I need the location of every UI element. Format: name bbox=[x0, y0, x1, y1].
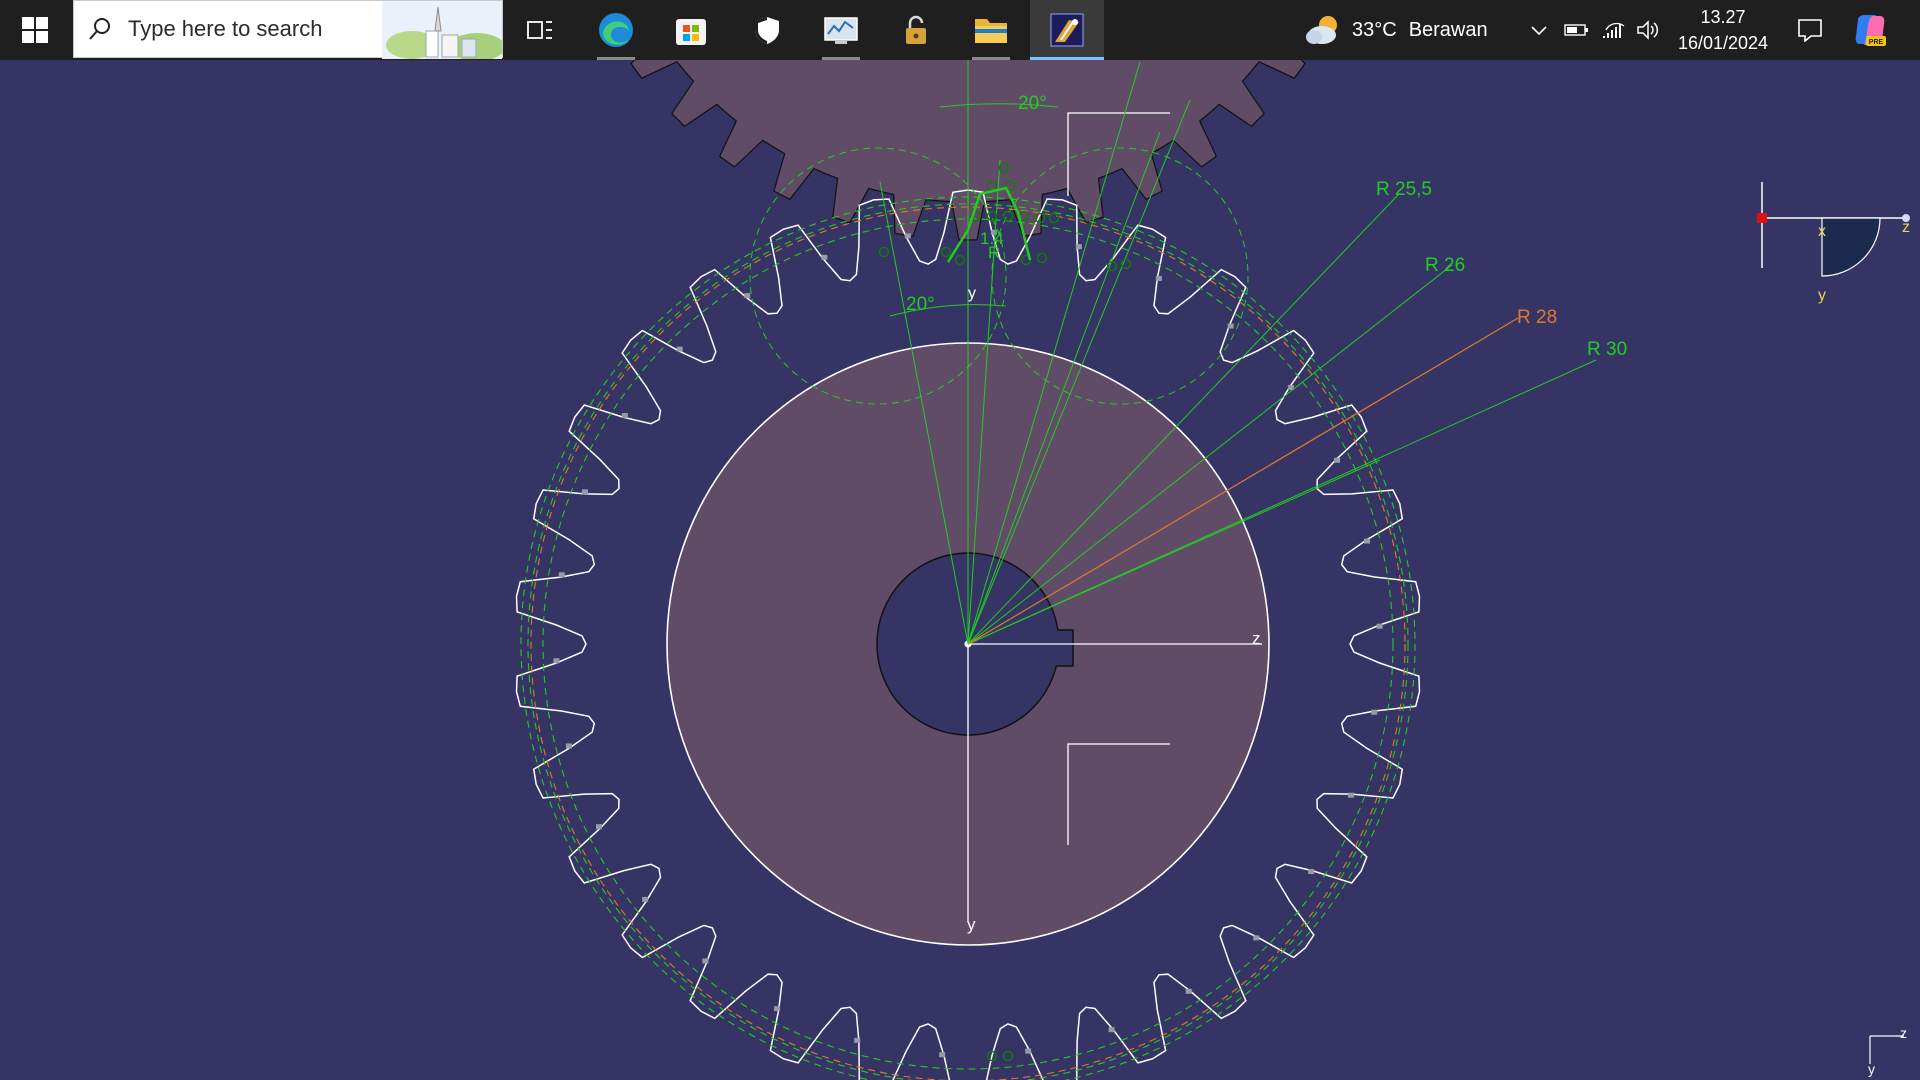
battery-icon bbox=[1564, 24, 1588, 36]
weather-widget[interactable]: 33°C Berawan bbox=[1304, 0, 1494, 60]
monitor-chart-icon bbox=[824, 17, 858, 44]
constraint-mark bbox=[1371, 709, 1378, 715]
task-view-icon bbox=[527, 21, 552, 39]
view-compass[interactable]: x y z bbox=[1757, 182, 1910, 304]
compass-z-label: z bbox=[1902, 219, 1910, 236]
axis-y-label: y bbox=[967, 915, 976, 934]
weather-temp: 33°C bbox=[1352, 18, 1397, 41]
task-view-button[interactable] bbox=[503, 0, 577, 60]
constraint-mark bbox=[621, 413, 628, 419]
store-button[interactable] bbox=[654, 0, 728, 60]
corner-z-label: z bbox=[1900, 1025, 1907, 1041]
constraint-mark bbox=[553, 658, 560, 664]
cad-viewport[interactable]: 20° 20° 1.4 R R 25,5 R 26 R 28 R 30 z y … bbox=[0, 60, 1920, 1080]
constraint-mark bbox=[1025, 1048, 1032, 1054]
clock-time: 13.27 bbox=[1700, 7, 1746, 27]
constraint-mark bbox=[1364, 538, 1371, 544]
compass-y-label: y bbox=[1818, 287, 1826, 304]
constraint-mark bbox=[1108, 1027, 1115, 1033]
constraint-symbol bbox=[1106, 260, 1118, 272]
search-box[interactable] bbox=[73, 0, 503, 59]
axis-y-small-label: y bbox=[968, 285, 976, 302]
constraint-mark bbox=[581, 489, 588, 495]
weather-condition: Berawan bbox=[1408, 18, 1488, 41]
constraint-mark bbox=[1227, 323, 1234, 329]
constraint-mark bbox=[1334, 457, 1341, 463]
wifi-icon bbox=[1603, 22, 1625, 38]
axis-z-label: z bbox=[1252, 629, 1261, 648]
constraint-mark bbox=[1155, 275, 1162, 281]
constraint-mark bbox=[595, 824, 602, 830]
start-button[interactable] bbox=[0, 0, 70, 60]
search-input[interactable] bbox=[126, 15, 390, 43]
copilot-button[interactable]: PRE bbox=[1848, 0, 1892, 60]
file-explorer-button[interactable] bbox=[954, 0, 1028, 60]
svg-text:PRE: PRE bbox=[1869, 39, 1884, 46]
angle-dimension-top[interactable]: 20° bbox=[1018, 93, 1047, 114]
constraint-symbol bbox=[1036, 252, 1048, 264]
radius-dimension-30[interactable]: R 30 bbox=[1587, 339, 1627, 360]
battery-button[interactable] bbox=[1562, 0, 1592, 60]
radius-dimension-26[interactable]: R 26 bbox=[1425, 255, 1465, 276]
constraint-symbol bbox=[1002, 1050, 1014, 1062]
compass-x-label: x bbox=[1818, 223, 1826, 240]
catia-button[interactable] bbox=[1030, 0, 1104, 60]
corner-y-label: y bbox=[1868, 1061, 1875, 1077]
constraint-mark bbox=[558, 572, 565, 578]
speaker-icon bbox=[1637, 20, 1659, 40]
constraint-mark bbox=[702, 958, 709, 964]
microsoft-store-icon bbox=[676, 19, 706, 45]
constraint-mark bbox=[565, 743, 572, 749]
angle-dimension-mid[interactable]: 20° bbox=[906, 294, 935, 315]
constraint-mark bbox=[939, 1052, 946, 1058]
notification-icon bbox=[1798, 19, 1822, 42]
constraint-mark bbox=[1308, 868, 1315, 874]
constraint-mark bbox=[1253, 935, 1260, 941]
notifications-button[interactable] bbox=[1792, 0, 1828, 60]
edge-button[interactable] bbox=[579, 0, 653, 60]
search-icon bbox=[89, 18, 110, 40]
lock-icon bbox=[906, 15, 926, 44]
catia-app-icon bbox=[1050, 13, 1084, 47]
security-button[interactable] bbox=[730, 0, 804, 60]
constraint-mark bbox=[904, 233, 911, 239]
windows-logo-icon bbox=[22, 17, 48, 43]
chevron-up-icon bbox=[1531, 26, 1547, 36]
radius-dimension-28[interactable]: R 28 bbox=[1517, 307, 1557, 328]
search-highlight-illustration-icon bbox=[382, 1, 502, 59]
constraint-mark bbox=[1376, 623, 1383, 629]
network-button[interactable] bbox=[1598, 0, 1630, 60]
constraint-mark bbox=[642, 896, 649, 902]
taskbar: 33°C Berawan 13.27 16/01/2024 bbox=[0, 0, 1920, 60]
constraint-symbol bbox=[1002, 210, 1014, 222]
constraint-mark bbox=[821, 254, 828, 260]
corner-axis-indicator: z y bbox=[1868, 1025, 1907, 1077]
shield-icon bbox=[755, 17, 779, 44]
constraint-mark bbox=[744, 293, 751, 299]
constraint-mark bbox=[854, 1037, 861, 1043]
constraint-symbol bbox=[878, 246, 890, 258]
clock-date: 16/01/2024 bbox=[1677, 33, 1769, 53]
constraint-mark bbox=[676, 346, 683, 352]
copilot-icon: PRE bbox=[1855, 15, 1886, 46]
constraint-mark bbox=[1075, 244, 1082, 250]
compass-origin-marker[interactable] bbox=[1757, 213, 1767, 223]
edge-browser-icon bbox=[599, 13, 633, 47]
sketch-canvas[interactable]: 20° 20° 1.4 R R 25,5 R 26 R 28 R 30 z y … bbox=[0, 60, 1920, 1080]
constraint-symbol bbox=[1048, 212, 1060, 224]
radius-dimension-25-5[interactable]: R 25,5 bbox=[1376, 179, 1432, 200]
constraint-mark bbox=[1185, 988, 1192, 994]
lock-app-button[interactable] bbox=[879, 0, 953, 60]
show-hidden-icons-button[interactable] bbox=[1524, 0, 1554, 60]
clock[interactable]: 13.27 16/01/2024 bbox=[1660, 4, 1786, 56]
resource-monitor-button[interactable] bbox=[804, 0, 878, 60]
tooth-radius-label[interactable]: R bbox=[988, 243, 1000, 262]
constraint-symbol bbox=[954, 254, 966, 266]
partly-cloudy-icon bbox=[1306, 16, 1337, 44]
constraint-symbol bbox=[940, 246, 952, 258]
constraint-mark bbox=[1348, 792, 1355, 798]
constraint-mark bbox=[774, 1006, 781, 1012]
folder-icon bbox=[975, 19, 1007, 43]
